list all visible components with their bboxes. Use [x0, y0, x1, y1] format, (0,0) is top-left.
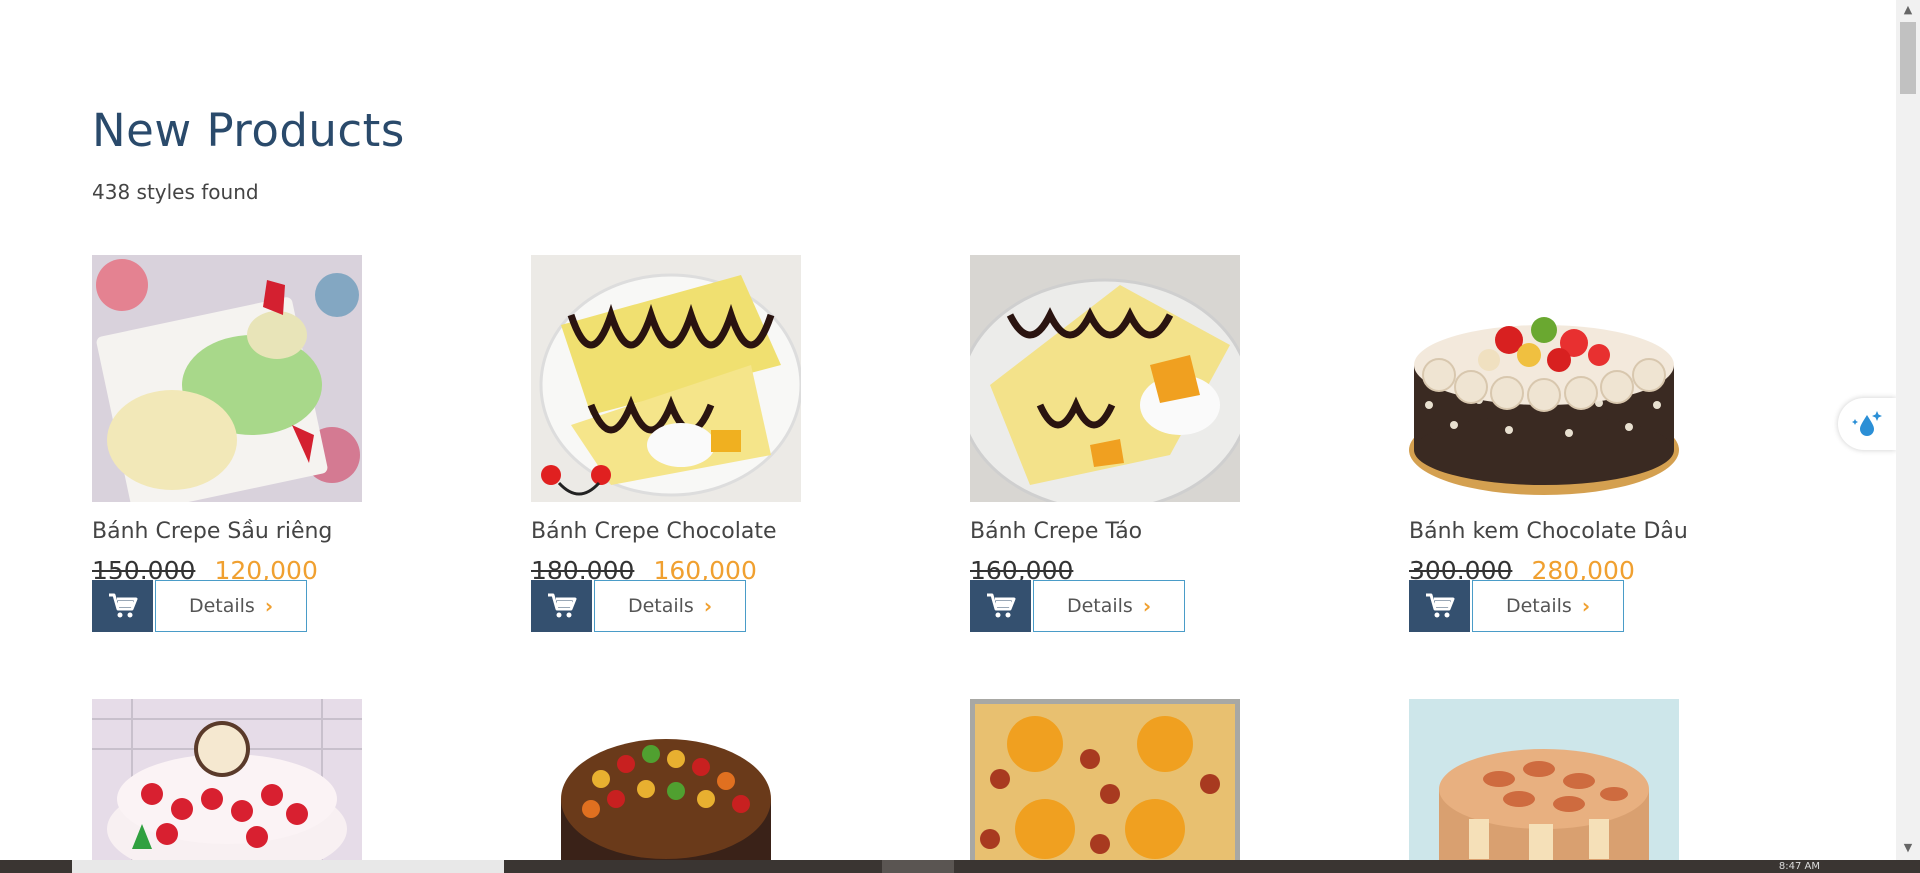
details-button[interactable]: Details › — [1033, 580, 1185, 632]
chevron-right-icon: › — [703, 594, 713, 618]
shopping-cart-icon — [1425, 593, 1454, 618]
result-count: 438 styles found — [92, 180, 259, 204]
product-name[interactable]: Bánh kem Chocolate Dâu — [1409, 519, 1688, 544]
product-image[interactable] — [1409, 255, 1679, 502]
product-name[interactable]: Bánh Crepe Sầu riêng — [92, 519, 332, 544]
shopping-cart-icon — [547, 593, 576, 618]
taskbar-clock: 8:47 AM — [1778, 861, 1820, 872]
details-label: Details — [188, 595, 255, 617]
add-to-cart-button[interactable] — [531, 580, 592, 632]
add-to-cart-button[interactable] — [1409, 580, 1470, 632]
details-button[interactable]: Details › — [155, 580, 307, 632]
details-button[interactable]: Details › — [1472, 580, 1624, 632]
details-label: Details — [1505, 595, 1572, 617]
taskbar-search-box[interactable] — [72, 860, 504, 873]
product-image[interactable] — [970, 699, 1240, 860]
add-to-cart-button[interactable] — [92, 580, 153, 632]
details-button[interactable]: Details › — [594, 580, 746, 632]
details-label: Details — [1066, 595, 1133, 617]
chevron-right-icon: › — [1581, 594, 1591, 618]
product-image[interactable] — [92, 255, 362, 502]
product-image[interactable] — [970, 255, 1240, 502]
add-to-cart-button[interactable] — [970, 580, 1031, 632]
product-image[interactable] — [92, 699, 362, 860]
shopping-cart-icon — [108, 593, 137, 618]
vertical-scrollbar[interactable]: ▲ ▼ — [1896, 0, 1920, 860]
chevron-right-icon: › — [1142, 594, 1152, 618]
scroll-thumb[interactable] — [1900, 22, 1916, 94]
product-listing-page: New Products 438 styles found Bánh Crepe… — [0, 0, 1896, 860]
scroll-down-arrow-icon[interactable]: ▼ — [1902, 842, 1914, 854]
product-name[interactable]: Bánh Crepe Táo — [970, 519, 1142, 544]
shopping-cart-icon — [986, 593, 1015, 618]
water-drop-sparkle-icon — [1852, 411, 1882, 436]
product-image[interactable] — [531, 255, 801, 502]
product-image[interactable] — [531, 699, 801, 860]
scroll-up-arrow-icon[interactable]: ▲ — [1902, 4, 1914, 16]
taskbar: 8:47 AM — [0, 860, 1920, 873]
floating-widget-button[interactable] — [1838, 398, 1896, 450]
details-label: Details — [627, 595, 694, 617]
page-title: New Products — [92, 104, 405, 157]
chevron-right-icon: › — [264, 594, 274, 618]
product-name[interactable]: Bánh Crepe Chocolate — [531, 519, 776, 544]
taskbar-active-app[interactable] — [882, 860, 954, 873]
product-image[interactable] — [1409, 699, 1679, 860]
